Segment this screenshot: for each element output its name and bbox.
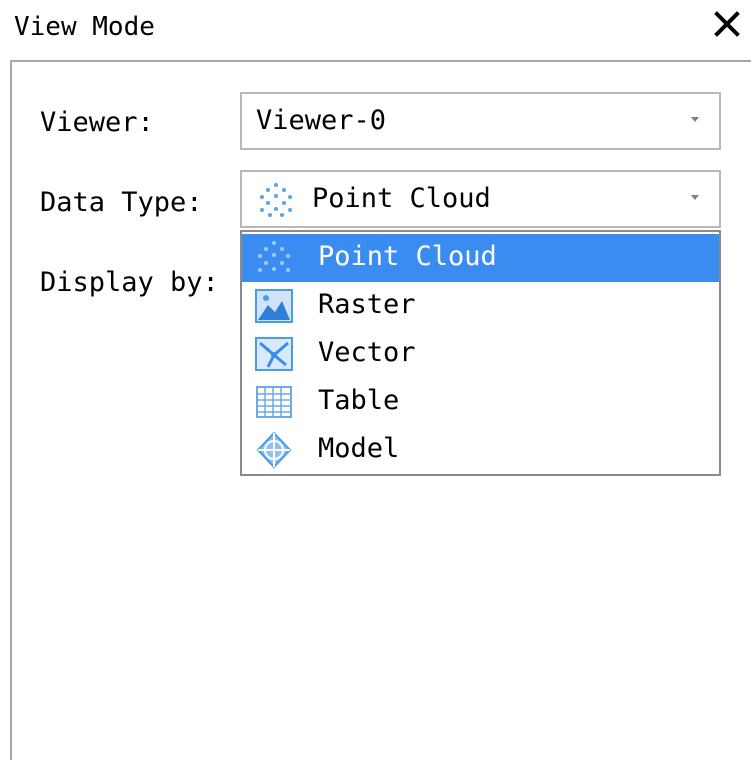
close-icon xyxy=(714,11,740,37)
window-title: View Mode xyxy=(14,12,155,42)
dropdown-item-raster[interactable]: Raster xyxy=(242,282,719,330)
dropdown-item-point-cloud[interactable]: Point Cloud xyxy=(242,234,719,282)
table-icon xyxy=(256,386,292,418)
dropdown-item-label: Raster xyxy=(318,289,416,320)
dropdown-item-label: Model xyxy=(318,433,400,464)
dropdown-item-model[interactable]: Model xyxy=(242,426,719,474)
dropdown-item-label: Vector xyxy=(318,337,416,368)
model-icon xyxy=(256,431,292,469)
chevron-down-icon xyxy=(691,195,699,200)
viewer-select[interactable]: Viewer-0 xyxy=(240,92,721,150)
data-type-dropdown: Point Cloud Raster Vector Table Model xyxy=(240,230,721,476)
data-type-select-value: Point Cloud xyxy=(312,183,491,214)
close-button[interactable] xyxy=(709,6,745,42)
chevron-down-icon xyxy=(691,117,699,122)
data-type-select[interactable]: Point Cloud xyxy=(240,170,721,228)
data-type-label: Data Type: xyxy=(40,187,203,218)
dropdown-item-table[interactable]: Table xyxy=(242,378,719,426)
vector-icon xyxy=(255,337,293,371)
point-cloud-icon xyxy=(258,241,290,272)
display-by-label: Display by: xyxy=(40,267,219,298)
viewer-label: Viewer: xyxy=(40,107,154,138)
raster-icon xyxy=(255,289,293,323)
title-bar: View Mode xyxy=(0,0,751,60)
dropdown-item-label: Table xyxy=(318,385,400,416)
viewer-select-value: Viewer-0 xyxy=(256,105,387,136)
point-cloud-icon xyxy=(260,183,292,217)
dropdown-item-vector[interactable]: Vector xyxy=(242,330,719,378)
dropdown-item-label: Point Cloud xyxy=(318,241,497,272)
